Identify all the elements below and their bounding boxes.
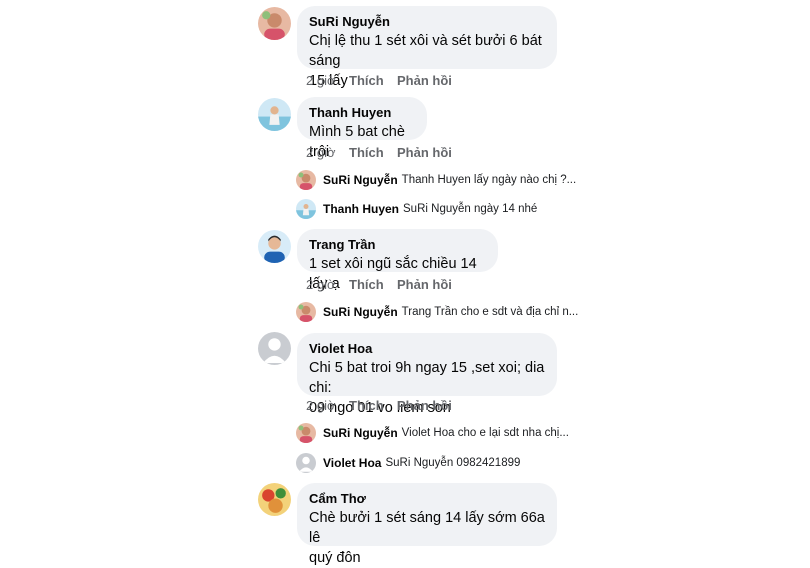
comment-bubble: Violet Hoa Chi 5 bat troi 9h ngay 15 ,se… <box>297 333 557 416</box>
reply-button[interactable]: Phản hồi <box>397 398 452 413</box>
comment-text-line: Chè bưởi 1 sét sáng 14 lấy sớm 66a lê <box>309 510 545 546</box>
reply-preview[interactable]: Violet Hoa SuRi Nguyễn 0982421899 <box>296 453 520 473</box>
comment-actions: 2 giờ Thích Phản hồi <box>306 145 452 160</box>
reply-button[interactable]: Phản hồi <box>397 145 452 160</box>
avatar[interactable] <box>258 332 291 365</box>
like-button[interactable]: Thích <box>349 277 397 292</box>
comment-bubble: SuRi Nguyễn Chị lệ thu 1 sét xôi và sét … <box>297 6 557 89</box>
reply-author[interactable]: SuRi Nguyễn <box>323 173 398 187</box>
reply-preview[interactable]: Thanh Huyen SuRi Nguyễn ngày 14 nhé <box>296 199 537 219</box>
comment-author[interactable]: SuRi Nguyễn <box>309 13 545 31</box>
avatar <box>296 170 316 190</box>
comment-actions: 2 giờ Thích Phản hồi <box>306 277 452 292</box>
like-button[interactable]: Thích <box>349 398 397 413</box>
reply-button[interactable]: Phản hồi <box>397 277 452 292</box>
comment-bubble: Thanh Huyen Mình 5 bat chè trôi <box>297 97 427 160</box>
avatar[interactable] <box>258 98 291 131</box>
comment-bubble: Trang Trần 1 set xôi ngũ sắc chiều 14 lấ… <box>297 229 498 292</box>
comment-text-line: quý đôn <box>309 550 361 566</box>
reply-author[interactable]: Violet Hoa <box>323 456 381 470</box>
comment-time[interactable]: 2 giờ <box>306 73 349 88</box>
comment-text-line: Chi 5 bat troi 9h ngay 15 ,set xoi; dia … <box>309 360 545 396</box>
reply-preview[interactable]: SuRi Nguyễn Trang Trần cho e sdt và địa … <box>296 302 578 322</box>
avatar[interactable] <box>258 483 291 516</box>
avatar <box>296 199 316 219</box>
comment-text-line: Chị lệ thu 1 sét xôi và sét bưởi 6 bát s… <box>309 33 542 69</box>
reply-preview[interactable]: SuRi Nguyễn Thanh Huyen lấy ngày nào chị… <box>296 170 576 190</box>
comment-author[interactable]: Cẩm Thơ <box>309 490 545 508</box>
reply-author[interactable]: SuRi Nguyễn <box>323 305 398 319</box>
avatar[interactable] <box>258 230 291 263</box>
comment-time[interactable]: 2 giờ <box>306 145 349 160</box>
comment-author[interactable]: Violet Hoa <box>309 340 545 358</box>
reply-text: SuRi Nguyễn 0982421899 <box>385 457 521 469</box>
like-button[interactable]: Thích <box>349 73 397 88</box>
avatar <box>296 302 316 322</box>
avatar <box>296 453 316 473</box>
comment-time[interactable]: 2 giờ <box>306 398 349 413</box>
reply-button[interactable]: Phản hồi <box>397 73 452 88</box>
comment-bubble: Cẩm Thơ Chè bưởi 1 sét sáng 14 lấy sớm 6… <box>297 483 557 566</box>
comment-author[interactable]: Trang Trần <box>309 236 486 254</box>
comment-actions: 2 giờ Thích Phản hồi <box>306 73 452 88</box>
avatar[interactable] <box>258 7 291 40</box>
reply-preview[interactable]: SuRi Nguyễn Violet Hoa cho e lại sdt nha… <box>296 423 569 443</box>
reply-author[interactable]: SuRi Nguyễn <box>323 426 398 440</box>
reply-text: Violet Hoa cho e lại sdt nha chị... <box>401 427 569 439</box>
avatar <box>296 423 316 443</box>
comment-author[interactable]: Thanh Huyen <box>309 104 415 122</box>
reply-text: SuRi Nguyễn ngày 14 nhé <box>403 203 538 215</box>
reply-author[interactable]: Thanh Huyen <box>323 202 399 216</box>
reply-text: Thanh Huyen lấy ngày nào chị ?... <box>401 174 577 186</box>
reply-text: Trang Trần cho e sdt và địa chỉ n... <box>401 306 579 318</box>
comment-actions: 2 giờ Thích Phản hồi <box>306 398 452 413</box>
comment-time[interactable]: 2 giờ <box>306 277 349 292</box>
like-button[interactable]: Thích <box>349 145 397 160</box>
